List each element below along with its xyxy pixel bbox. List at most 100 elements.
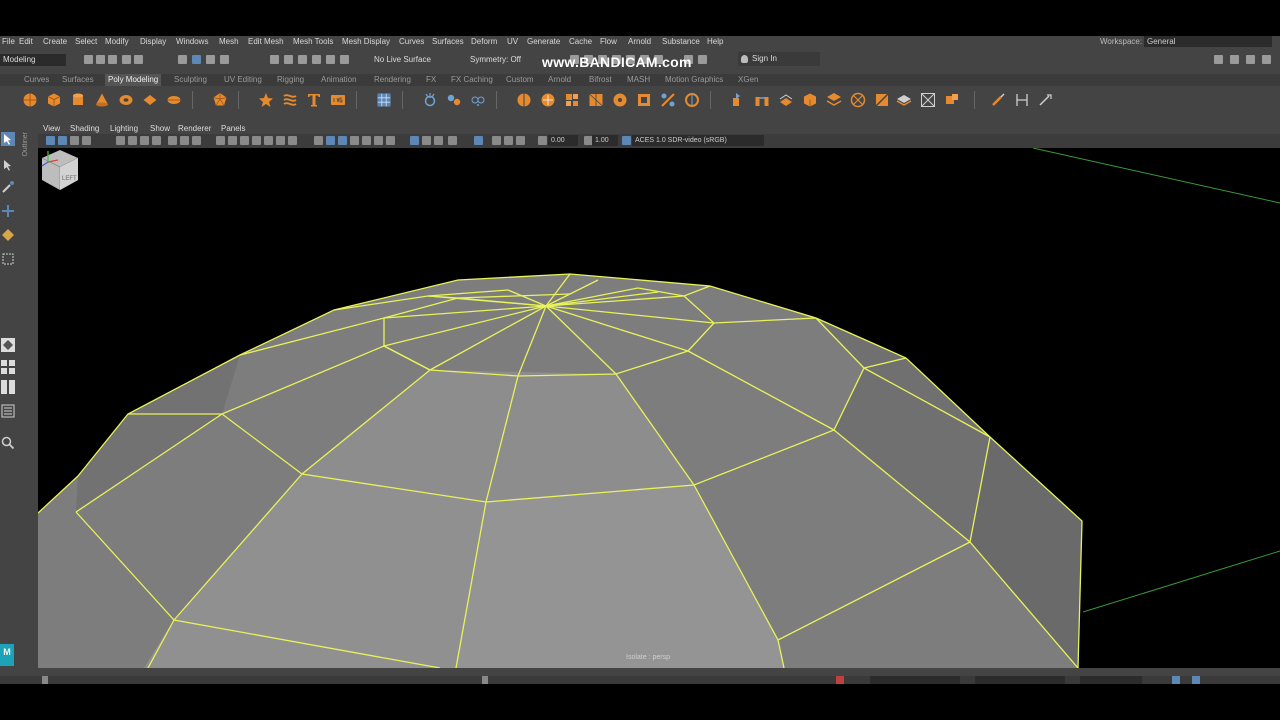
preferences-icon[interactable] <box>1172 676 1180 684</box>
menu-mesh-tools[interactable]: Mesh Tools <box>293 37 333 46</box>
connect-icon[interactable] <box>874 92 890 108</box>
camera-attributes-icon[interactable] <box>58 136 67 145</box>
pause-icon[interactable] <box>698 55 707 64</box>
select-camera-icon[interactable] <box>46 136 55 145</box>
shelf-tab-custom[interactable]: Custom <box>506 75 534 84</box>
bevel-icon[interactable] <box>778 92 794 108</box>
menu-uv[interactable]: UV <box>507 37 518 46</box>
default-material-icon[interactable] <box>314 136 323 145</box>
shelf-tab-uv-editing[interactable]: UV Editing <box>224 75 262 84</box>
retopologize-icon[interactable] <box>684 92 700 108</box>
bridge-icon[interactable] <box>754 92 770 108</box>
perspective-viewport[interactable]: LEFT Isolate : persp <box>38 148 1280 668</box>
freeze-transform-icon[interactable] <box>1038 92 1054 108</box>
poly-plane-icon[interactable] <box>142 92 158 108</box>
fill-hole-icon[interactable] <box>636 92 652 108</box>
anti-aliasing-icon[interactable] <box>386 136 395 145</box>
shelf-tab-surfaces[interactable]: Surfaces <box>62 75 94 84</box>
character-set-field[interactable] <box>870 676 960 684</box>
poly-cube-icon[interactable] <box>46 92 62 108</box>
outliner-tab[interactable]: Outliner <box>22 132 29 157</box>
grease-pencil-icon[interactable] <box>116 136 125 145</box>
image-plane-icon[interactable] <box>82 136 91 145</box>
gate-mask-icon[interactable] <box>168 136 177 145</box>
screen-space-ao-icon[interactable] <box>362 136 371 145</box>
svg-tool-icon[interactable] <box>330 92 346 108</box>
snap-to-points-icon[interactable] <box>298 55 307 64</box>
make-hole-icon[interactable] <box>660 92 676 108</box>
film-gate-icon[interactable] <box>140 136 149 145</box>
panel-menu-view[interactable]: View <box>43 124 60 133</box>
exposure-dial-icon[interactable] <box>538 136 547 145</box>
append-to-polygon-icon[interactable] <box>802 92 818 108</box>
shelf-tab-motion-graphics[interactable]: Motion Graphics <box>665 75 723 84</box>
motion-blur-icon[interactable] <box>374 136 383 145</box>
triangulate-icon[interactable] <box>588 92 604 108</box>
xray-icon[interactable] <box>264 136 273 145</box>
poly-cylinder-icon[interactable] <box>70 92 86 108</box>
poly-sphere-icon[interactable] <box>22 92 38 108</box>
resolution-gate-icon[interactable] <box>152 136 161 145</box>
snap-to-grids-icon[interactable] <box>270 55 279 64</box>
symmetry-dropdown[interactable]: Symmetry: Off <box>470 55 521 64</box>
platonic-solid-icon[interactable] <box>212 92 228 108</box>
mirror-icon[interactable] <box>516 92 532 108</box>
channel-box-icon[interactable] <box>1262 55 1271 64</box>
menu-cache[interactable]: Cache <box>569 37 592 46</box>
menu-windows[interactable]: Windows <box>176 37 208 46</box>
multi-cut-icon[interactable] <box>826 92 842 108</box>
extrude-icon[interactable] <box>730 92 746 108</box>
shelf-tab-rigging[interactable]: Rigging <box>277 75 304 84</box>
poly-sweep-icon[interactable] <box>282 92 298 108</box>
attribute-editor-icon[interactable] <box>1230 55 1239 64</box>
select-by-object-icon[interactable] <box>192 55 201 64</box>
view-transform-dropdown[interactable]: ACES 1.0 SDR-video (sRGB) <box>632 135 764 146</box>
paint-select-icon[interactable] <box>1 180 15 194</box>
smooth-icon[interactable] <box>540 92 556 108</box>
gamma-icon[interactable] <box>492 136 501 145</box>
shelf-tab-fx[interactable]: FX <box>426 75 436 84</box>
select-by-type-icon[interactable] <box>220 55 229 64</box>
menu-select[interactable]: Select <box>75 37 97 46</box>
wireframe-on-shaded-icon[interactable] <box>252 136 261 145</box>
menu-surfaces[interactable]: Surfaces <box>432 37 464 46</box>
menu-flow[interactable]: Flow <box>600 37 617 46</box>
collapse-icon[interactable] <box>896 92 912 108</box>
redo-icon[interactable] <box>134 55 143 64</box>
tool-settings-icon[interactable] <box>1246 55 1255 64</box>
menu-display[interactable]: Display <box>140 37 166 46</box>
shelf-tab-mash[interactable]: MASH <box>627 75 650 84</box>
poke-icon[interactable] <box>944 92 960 108</box>
select-by-hierarchy-icon[interactable] <box>178 55 187 64</box>
save-scene-icon[interactable] <box>108 55 117 64</box>
range-end-handle[interactable] <box>482 676 488 684</box>
auto-key-icon[interactable] <box>836 676 844 684</box>
snap-to-view-planes-icon[interactable] <box>312 55 321 64</box>
shelf-tab-poly-modeling[interactable]: Poly Modeling <box>105 74 162 86</box>
super-shape-icon[interactable] <box>258 92 274 108</box>
anim-layer-field[interactable] <box>975 676 1065 684</box>
lasso-tool-icon[interactable] <box>1 158 15 172</box>
hud-icon[interactable] <box>448 136 457 145</box>
four-view-layout-icon[interactable] <box>1 360 15 374</box>
open-scene-icon[interactable] <box>96 55 105 64</box>
panel-menu-renderer[interactable]: Renderer <box>178 124 211 133</box>
animation-prefs-icon[interactable] <box>1192 676 1200 684</box>
shelf-tab-fx-caching[interactable]: FX Caching <box>451 75 493 84</box>
smooth-shade-icon[interactable] <box>240 136 249 145</box>
rotate-tool-icon[interactable] <box>1 228 15 242</box>
panel-menu-panels[interactable]: Panels <box>221 124 245 133</box>
menu-curves[interactable]: Curves <box>399 37 424 46</box>
isolate-select-icon[interactable] <box>410 136 419 145</box>
menu-create[interactable]: Create <box>43 37 67 46</box>
boolean-union-icon[interactable] <box>470 92 486 108</box>
poly-cone-icon[interactable] <box>94 92 110 108</box>
merge-icon[interactable] <box>920 92 936 108</box>
exposure-icon[interactable] <box>474 136 483 145</box>
safe-action-icon[interactable] <box>192 136 201 145</box>
target-weld-icon[interactable] <box>850 92 866 108</box>
poly-torus-icon[interactable] <box>118 92 134 108</box>
shelf-tab-bifrost[interactable]: Bifrost <box>589 75 612 84</box>
menu-edit[interactable]: Edit <box>19 37 33 46</box>
separate-icon[interactable] <box>446 92 462 108</box>
